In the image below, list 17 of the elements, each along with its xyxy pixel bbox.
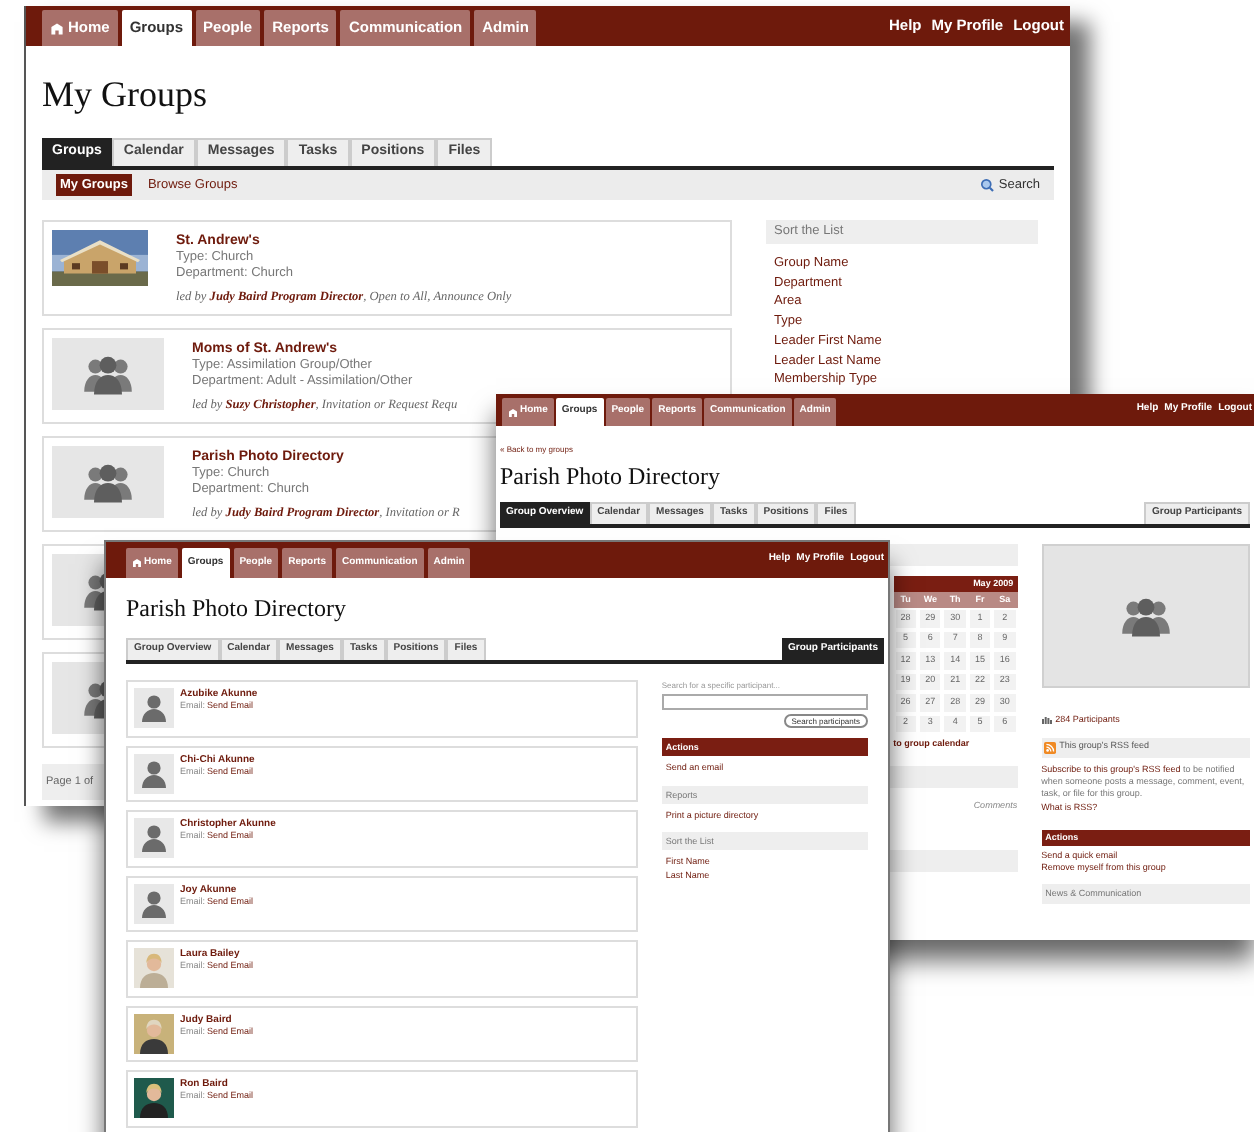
group-icon bbox=[80, 461, 136, 503]
page-title: Parish Photo Directory bbox=[126, 594, 348, 624]
search-icon bbox=[980, 178, 995, 192]
person-avatar-icon bbox=[134, 818, 174, 858]
rss-icon bbox=[1043, 741, 1056, 754]
home-icon bbox=[132, 558, 142, 568]
home-icon bbox=[50, 21, 64, 35]
search-field[interactable] bbox=[661, 694, 868, 710]
person-avatar-icon bbox=[134, 688, 174, 728]
page-title: Parish Photo Directory bbox=[500, 462, 722, 492]
person-avatar-icon bbox=[134, 883, 174, 923]
people-icon bbox=[1041, 716, 1052, 725]
group-icon bbox=[1117, 595, 1174, 637]
home-icon bbox=[508, 407, 518, 417]
group-icon bbox=[80, 353, 136, 395]
page-title: My Groups bbox=[42, 72, 210, 116]
person-avatar-icon bbox=[134, 753, 174, 793]
